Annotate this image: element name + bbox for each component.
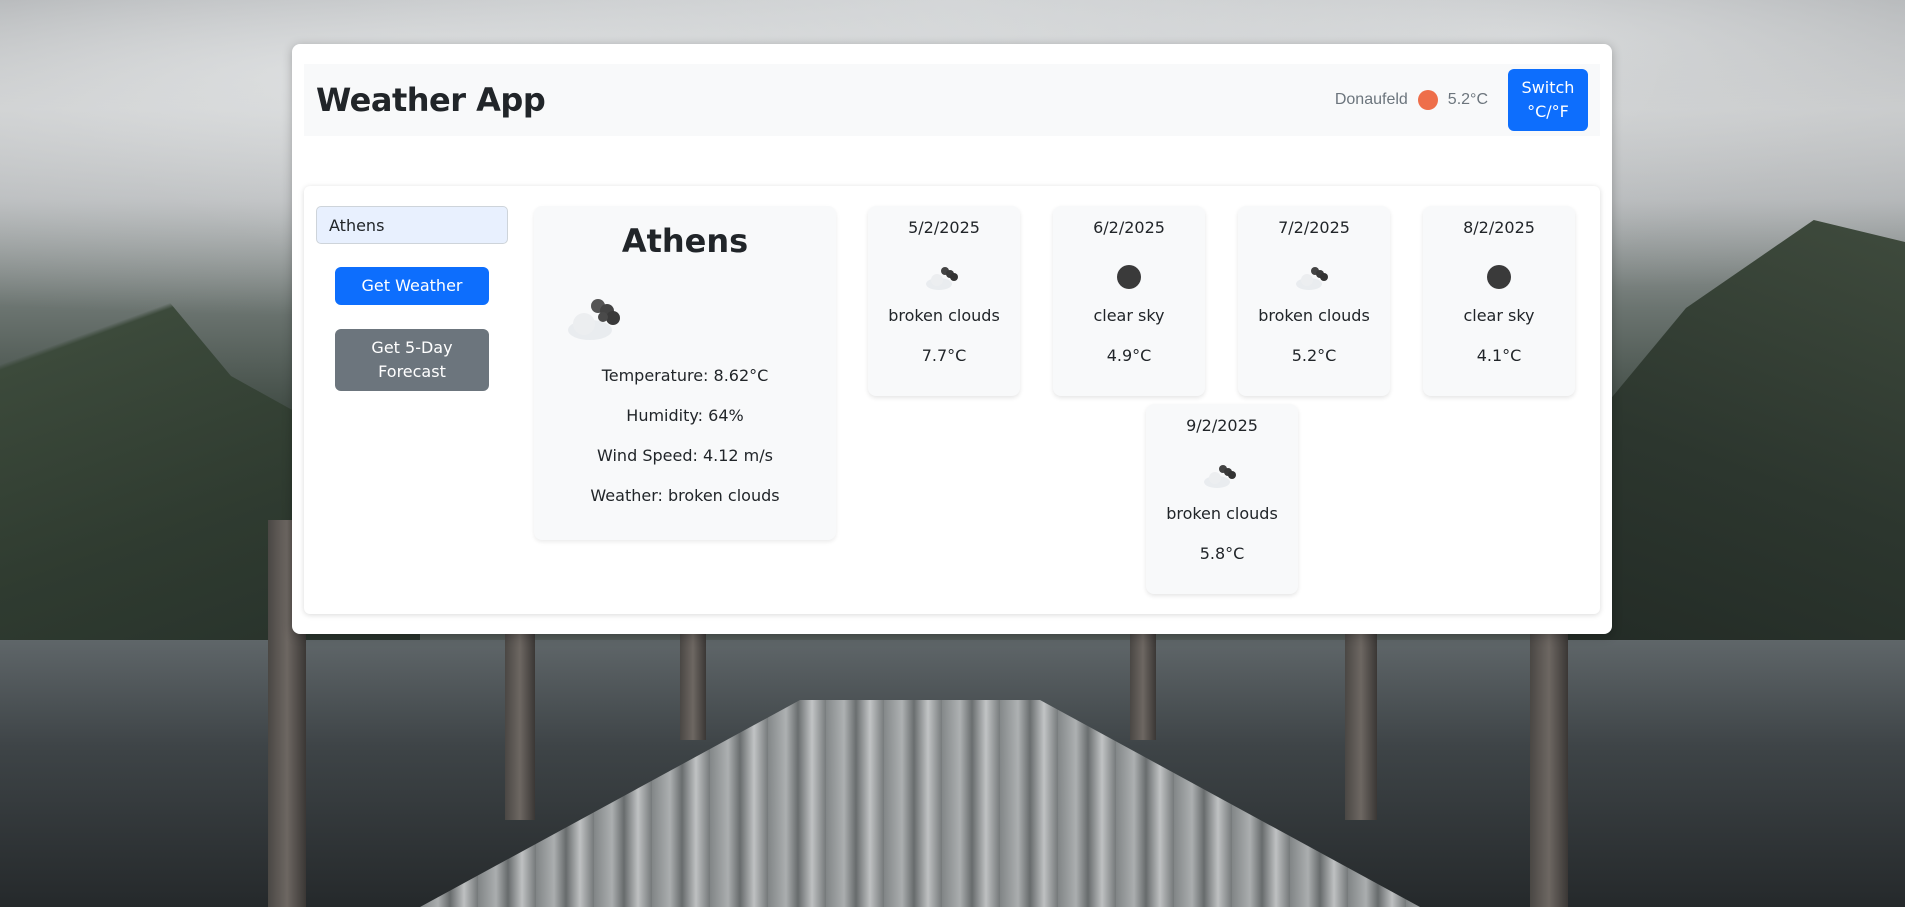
- current-location: Donaufeld 5.2°C: [1335, 90, 1488, 110]
- forecast-label-line1: Get 5-Day: [371, 338, 453, 357]
- current-humidity: Humidity: 64%: [626, 406, 744, 425]
- switch-label-line1: Switch: [1521, 78, 1575, 97]
- app-title: Weather App: [316, 81, 546, 119]
- city-input[interactable]: [316, 206, 508, 244]
- switch-units-button[interactable]: Switch °C/°F: [1508, 69, 1588, 131]
- forecast-date: 6/2/2025: [1093, 218, 1165, 237]
- current-city: Athens: [621, 222, 749, 260]
- forecast-date: 5/2/2025: [908, 218, 980, 237]
- broken-clouds-icon: [926, 267, 958, 290]
- forecast-temperature: 4.9°C: [1106, 346, 1152, 365]
- broken-clouds-icon: [1296, 267, 1328, 290]
- forecast-card: 5/2/2025 broken clouds 7.7°C: [868, 206, 1020, 396]
- get-forecast-button[interactable]: Get 5-Day Forecast: [335, 329, 489, 391]
- navbar: Weather App Donaufeld 5.2°C Switch °C/°F: [304, 64, 1600, 136]
- clear-sky-icon: [1417, 90, 1438, 110]
- forecast-temperature: 4.1°C: [1476, 346, 1522, 365]
- current-weather-panel: Athens Temperature: 8.62°C Humidity: 64%…: [534, 206, 836, 540]
- forecast-temperature: 7.7°C: [921, 346, 967, 365]
- forecast-card: 8/2/2025 clear sky 4.1°C: [1423, 206, 1575, 396]
- current-weather-desc: Weather: broken clouds: [590, 486, 780, 505]
- forecast-temperature: 5.2°C: [1291, 346, 1337, 365]
- forecast-label-line2: Forecast: [378, 362, 446, 381]
- background-lake: [0, 640, 1905, 907]
- location-temperature: 5.2°C: [1447, 91, 1488, 108]
- forecast-description: broken clouds: [1166, 504, 1278, 523]
- navbar-right: Donaufeld 5.2°C Switch °C/°F: [1335, 64, 1588, 136]
- get-weather-button[interactable]: Get Weather: [335, 267, 489, 305]
- current-wind-speed: Wind Speed: 4.12 m/s: [597, 446, 773, 465]
- broken-clouds-icon: [568, 299, 620, 340]
- switch-label-line2: °C/°F: [1527, 102, 1569, 121]
- forecast-card: 6/2/2025 clear sky 4.9°C: [1053, 206, 1205, 396]
- weather-card: Get Weather Get 5-Day Forecast Athens Te…: [304, 186, 1600, 614]
- forecast-card: 9/2/2025 broken clouds 5.8°C: [1146, 404, 1298, 594]
- forecast-date: 7/2/2025: [1278, 218, 1350, 237]
- forecast-date: 9/2/2025: [1186, 416, 1258, 435]
- location-name: Donaufeld: [1334, 91, 1408, 108]
- background-dock: [420, 700, 1420, 907]
- forecast-description: broken clouds: [888, 306, 1000, 325]
- clear-sky-icon: [1117, 265, 1141, 289]
- app-container: Weather App Donaufeld 5.2°C Switch °C/°F…: [292, 44, 1612, 634]
- forecast-description: clear sky: [1093, 306, 1165, 325]
- forecast-card: 7/2/2025 broken clouds 5.2°C: [1238, 206, 1390, 396]
- clear-sky-icon: [1487, 265, 1511, 289]
- current-temperature: Temperature: 8.62°C: [601, 366, 769, 385]
- forecast-temperature: 5.8°C: [1199, 544, 1245, 563]
- forecast-description: clear sky: [1463, 306, 1535, 325]
- forecast-description: broken clouds: [1258, 306, 1370, 325]
- forecast-date: 8/2/2025: [1463, 218, 1535, 237]
- broken-clouds-icon: [1204, 465, 1236, 488]
